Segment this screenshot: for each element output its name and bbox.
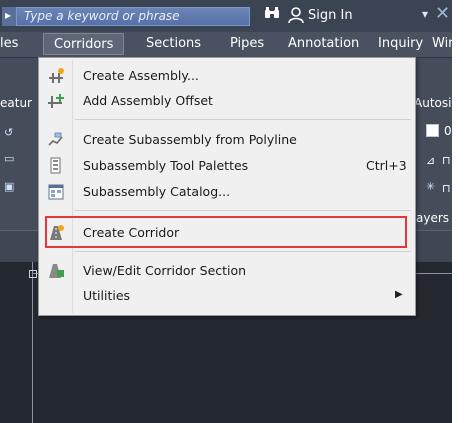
close-icon[interactable]: ✕ — [435, 3, 450, 24]
menu-item-create-assembly[interactable]: Create Assembly... — [41, 64, 413, 88]
menu-separator — [75, 119, 411, 120]
tab-corridors[interactable]: Corridors — [43, 33, 125, 55]
menu-item-label: View/Edit Corridor Section — [83, 263, 247, 278]
subassembly-polyline-icon — [47, 131, 65, 149]
binoculars-icon[interactable] — [264, 6, 280, 24]
tab-les[interactable]: les — [0, 36, 18, 51]
assembly-offset-svg — [48, 94, 64, 108]
sign-in-link[interactable]: Sign In — [308, 8, 353, 23]
cursor-pickbox — [29, 270, 37, 278]
catalog-icon — [47, 183, 65, 201]
assembly-offset-icon — [47, 92, 65, 110]
tool-palettes-svg — [50, 157, 61, 174]
create-corridor-highlight — [45, 216, 407, 248]
search-input[interactable]: Type a keyword or phrase — [16, 7, 250, 26]
create-assembly-svg — [49, 68, 64, 83]
menu-item-label: Create Assembly... — [83, 68, 199, 83]
layer-icon[interactable]: ✳ — [426, 180, 435, 193]
menu-item-shortcut: Ctrl+3 — [366, 158, 407, 173]
user-icon[interactable] — [287, 6, 305, 24]
create-assembly-icon — [47, 67, 65, 85]
layer-checkbox[interactable] — [426, 124, 439, 137]
binoculars-icon-svg — [265, 7, 279, 18]
tab-wir[interactable]: Wir — [432, 36, 454, 51]
corridor-section-svg — [49, 264, 64, 278]
panel-right-label: Autosign — [414, 96, 467, 110]
menu-separator — [75, 251, 411, 252]
crosshair-vertical — [32, 262, 33, 423]
menu-item-utilities[interactable]: Utilities ▶ — [41, 284, 413, 308]
menu-item-subassembly-catalog[interactable]: Subassembly Catalog... — [41, 180, 413, 204]
corridors-dropdown-menu: Create Assembly... Add Assembly Offset C… — [38, 57, 416, 316]
catalog-svg — [48, 184, 64, 200]
menu-separator — [75, 210, 411, 211]
user-icon-svg — [288, 7, 304, 24]
tab-inquiry[interactable]: Inquiry — [378, 36, 423, 51]
menu-item-view-edit-corridor-section[interactable]: View/Edit Corridor Section — [41, 259, 413, 283]
menu-item-label: Subassembly Tool Palettes — [83, 158, 249, 173]
menu-item-subassembly-tool-palettes[interactable]: Subassembly Tool Palettes Ctrl+3 — [41, 154, 413, 178]
menu-item-label: Add Assembly Offset — [83, 93, 213, 108]
tool-palettes-icon — [47, 157, 65, 175]
tool-icon[interactable]: ▭ — [4, 152, 14, 165]
tab-annotation[interactable]: Annotation — [288, 36, 359, 51]
title-bar: ▸ Type a keyword or phrase Sign In ▾ ✕ — [0, 0, 452, 32]
lock-icon[interactable]: ⊓ — [442, 154, 451, 167]
menu-item-label: Subassembly Catalog... — [83, 184, 231, 199]
lock-2-icon[interactable]: ⊓ — [442, 182, 451, 195]
rotate-icon[interactable]: ↺ — [4, 126, 13, 139]
menu-item-label: Utilities — [83, 288, 131, 303]
chevron-down-icon[interactable]: ▾ — [422, 7, 428, 21]
tab-pipes[interactable]: Pipes — [230, 36, 264, 51]
ribbon-tabs: les Corridors Sections Pipes Annotation … — [0, 32, 454, 58]
menu-item-create-subassembly-polyline[interactable]: Create Subassembly from Polyline — [41, 128, 413, 152]
menu-arrow-button[interactable]: ▸ — [2, 7, 16, 26]
menu-item-add-assembly-offset[interactable]: Add Assembly Offset — [41, 89, 413, 113]
menu-arrow-icon: ▸ — [5, 8, 12, 22]
corridor-section-icon — [47, 262, 65, 280]
layer-value: 0 — [444, 124, 452, 138]
menu-item-label: Create Subassembly from Polyline — [83, 132, 297, 147]
layers-panel-label[interactable]: ayers — [416, 211, 449, 225]
layer-lock-icon[interactable]: ⊿ — [426, 154, 435, 167]
search-placeholder: Type a keyword or phrase — [24, 9, 180, 23]
panel-left-label: eatur — [0, 96, 32, 110]
app-window: ▸ Type a keyword or phrase Sign In ▾ ✕ l… — [0, 0, 467, 423]
tab-sections[interactable]: Sections — [146, 36, 201, 51]
select-icon[interactable]: ▣ — [4, 180, 14, 193]
subassembly-polyline-svg — [48, 132, 63, 146]
submenu-arrow-icon: ▶ — [395, 289, 403, 300]
